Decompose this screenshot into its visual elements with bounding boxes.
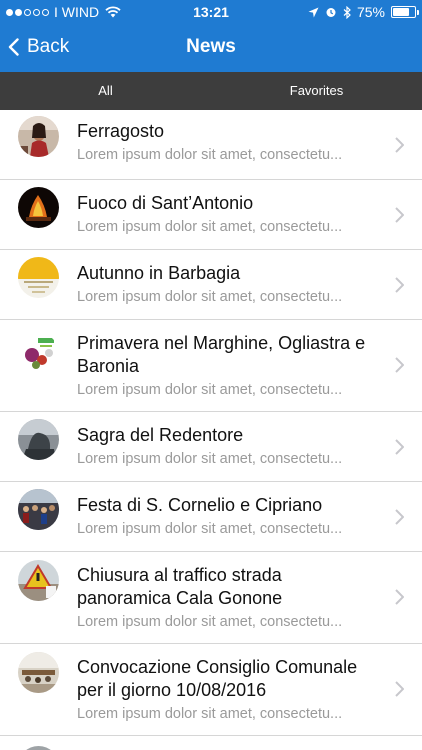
battery-icon — [391, 6, 419, 18]
news-title: Festa di S. Cornelio e Cipriano — [77, 495, 323, 515]
news-item-autunno-in-barbagia[interactable]: Autunno in Barbagia Lorem ipsum dolor si… — [0, 250, 422, 320]
news-title: Sagra del Redentore — [77, 425, 244, 445]
autumn-poster-thumbnail — [18, 257, 59, 298]
chevron-right-icon — [395, 137, 404, 153]
chevron-right-icon — [395, 277, 404, 293]
news-list: Ferragosto Lorem ipsum dolor sit amet, c… — [0, 110, 422, 736]
festival-woman-thumbnail — [18, 116, 59, 157]
chevron-right-icon — [395, 357, 404, 373]
news-subtitle: Lorem ipsum dolor sit amet, consectetu..… — [77, 614, 343, 630]
next-item-thumbnail-partial — [18, 746, 59, 750]
news-subtitle: Lorem ipsum dolor sit amet, consectetu..… — [77, 451, 343, 467]
news-subtitle: Lorem ipsum dolor sit amet, consectetu..… — [77, 382, 343, 398]
news-title: Primavera nel Marghine, Ogliastra e Baro… — [77, 333, 366, 376]
news-subtitle: Lorem ipsum dolor sit amet, consectetu..… — [77, 289, 343, 305]
news-subtitle: Lorem ipsum dolor sit amet, consectetu..… — [77, 706, 343, 722]
tab-all[interactable]: All — [0, 72, 211, 110]
spring-flowers-thumbnail — [18, 333, 59, 374]
news-title: Ferragosto — [77, 121, 165, 141]
bonfire-thumbnail — [18, 187, 59, 228]
alarm-icon — [326, 8, 336, 17]
crowd-thumbnail — [18, 489, 59, 530]
bluetooth-icon — [343, 5, 351, 19]
news-title: Fuoco di Sant’Antonio — [77, 193, 254, 213]
news-item-ferragosto[interactable]: Ferragosto Lorem ipsum dolor sit amet, c… — [0, 110, 422, 180]
chevron-right-icon — [395, 509, 404, 525]
tab-bar: All Favorites — [0, 72, 422, 110]
news-subtitle: Lorem ipsum dolor sit amet, consectetu..… — [77, 219, 343, 235]
road-sign-thumbnail — [18, 560, 59, 601]
chevron-right-icon — [395, 589, 404, 605]
news-title: Chiusura al traffico strada panoramica C… — [77, 565, 283, 608]
page-title: News — [186, 36, 236, 57]
chevron-right-icon — [395, 681, 404, 697]
battery-percent: 75% — [356, 4, 385, 20]
news-item-chiusura-al-traffico[interactable]: Chiusura al traffico strada panoramica C… — [0, 552, 422, 644]
statue-thumbnail — [18, 419, 59, 460]
chevron-right-icon — [395, 439, 404, 455]
location-arrow-icon — [308, 7, 319, 17]
news-subtitle: Lorem ipsum dolor sit amet, consectetu..… — [77, 147, 343, 163]
status-bar: I WIND 13:21 75% — [0, 0, 422, 24]
council-room-thumbnail — [18, 652, 59, 693]
news-item-festa-di-s-cornelio[interactable]: Festa di S. Cornelio e Cipriano Lorem ip… — [0, 482, 422, 552]
news-item-sagra-del-redentore[interactable]: Sagra del Redentore Lorem ipsum dolor si… — [0, 412, 422, 482]
status-right: 75% — [308, 4, 419, 20]
chevron-right-icon — [395, 207, 404, 223]
navigation-bar: Back News — [0, 24, 422, 72]
tab-favorites[interactable]: Favorites — [211, 72, 422, 110]
news-subtitle: Lorem ipsum dolor sit amet, consectetu..… — [77, 521, 343, 537]
news-item-convocazione-consiglio[interactable]: Convocazione Consiglio Comunale per il g… — [0, 644, 422, 736]
news-title: Autunno in Barbagia — [77, 263, 241, 283]
news-title: Convocazione Consiglio Comunale per il g… — [77, 657, 358, 700]
news-item-primavera[interactable]: Primavera nel Marghine, Ogliastra e Baro… — [0, 320, 422, 412]
news-item-fuoco-di-santantonio[interactable]: Fuoco di Sant’Antonio Lorem ipsum dolor … — [0, 180, 422, 250]
